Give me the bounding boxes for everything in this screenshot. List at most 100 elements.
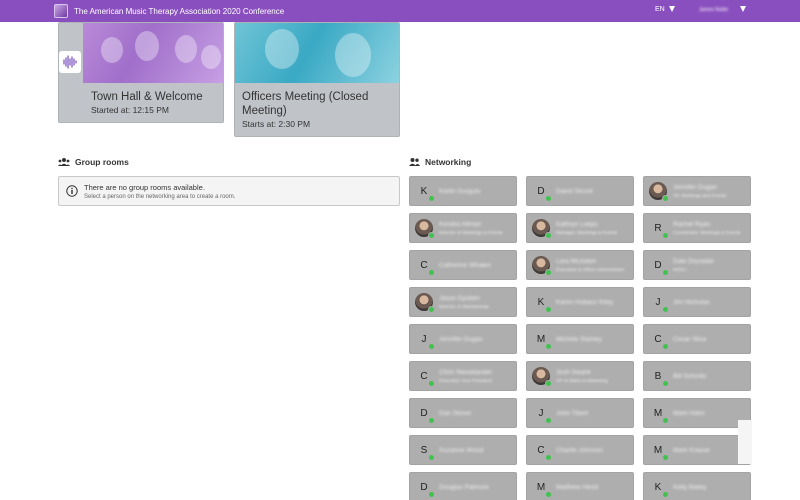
session-title: Officers Meeting (Closed Meeting) [242,91,369,117]
person-name: John Tibert [556,410,589,417]
person-role: Director of Membership [439,305,489,310]
person-name: Bill Schmitz [673,373,707,380]
chevron-down-icon[interactable] [740,6,746,12]
online-status-icon [662,380,669,387]
person-role: Coordinator, Meetings & Events [673,231,741,236]
person-role: VP, Meetings and Events [673,194,727,199]
empty-title: There are no group rooms available. [84,183,205,192]
person-name: Jennifer Dugan [673,184,718,191]
online-status-icon [545,306,552,313]
person-card[interactable]: D Dan Stover [409,398,517,428]
person-card[interactable]: D Dale Drysdale NSGA [643,250,751,280]
online-status-icon [662,454,669,461]
person-name: Jim Nicholas [673,299,710,306]
session-time: Started at: 12:15 PM [91,105,169,115]
online-status-icon [428,269,435,276]
session-title: Town Hall & Welcome [91,91,203,103]
online-status-icon [662,269,669,276]
person-card[interactable]: Jennifer Dugan VP, Meetings and Events [643,176,751,206]
person-card[interactable]: K Kelly Bailey [643,472,751,500]
session-image [235,23,399,83]
person-name: Matthew Hinck [556,484,599,491]
person-role: Manager, Meetings & Events [556,231,618,236]
online-status-icon [545,269,552,276]
person-name: Chris Nieuwlander [439,369,493,376]
networking-people-grid: K Karlin Gurgulo D David Struck Jennifer Dug… [409,176,753,500]
user-menu[interactable]: James Noble [699,7,728,13]
users-icon [58,158,70,166]
person-name: Lara McAdam [556,258,597,265]
person-card[interactable]: B Bill Schmitz [643,361,751,391]
online-status-icon [428,232,435,239]
users-icon [409,158,420,166]
online-status-icon [428,343,435,350]
online-status-icon [545,417,552,424]
online-status-icon [662,343,669,350]
person-card[interactable]: Josh Swank VP of Sales & Marketing [526,361,634,391]
app-title: The American Music Therapy Association 2… [74,6,285,16]
person-role: Executive Vice President [439,379,492,384]
conference-logo-icon[interactable] [54,4,68,18]
empty-subtitle: Select a person on the networking area t… [84,194,236,200]
person-card[interactable]: R Rachel Ryan Coordinator, Meetings & Even… [643,213,751,243]
person-name: Kendra Allman [439,221,482,228]
online-status-icon [545,343,552,350]
language-selector[interactable]: EN [655,6,665,13]
person-card[interactable]: D David Struck [526,176,634,206]
person-card[interactable]: Kathryn Leeps Manager, Meetings & Events [526,213,634,243]
person-card[interactable]: C Cesar Silva [643,324,751,354]
person-name: Dan Stover [439,410,472,417]
session-card-town-hall[interactable]: Town Hall & Welcome Started at: 12:15 PM [58,22,224,123]
online-status-icon [428,380,435,387]
group-rooms-heading: Group rooms [58,157,129,167]
online-status-icon [428,417,435,424]
person-name: Dale Drysdale [673,258,714,265]
online-status-icon [662,306,669,313]
chevron-down-icon[interactable] [669,6,675,12]
person-card[interactable]: S Suzanne Wood [409,435,517,465]
session-card-officers-meeting[interactable]: Officers Meeting (Closed Meeting) Starts… [234,22,400,137]
person-card[interactable]: C Catherine Whalen [409,250,517,280]
session-time: Starts at: 2:30 PM [242,119,311,129]
person-card[interactable]: K Karlin Gurgulo [409,176,517,206]
person-card[interactable]: Kendra Allman Director of Meetings & Even… [409,213,517,243]
person-card[interactable]: K Karen Hubacz Kiley [526,287,634,317]
info-icon [66,185,78,197]
person-name: Rachel Ryan [673,221,711,228]
person-card[interactable]: J Jim Nicholas [643,287,751,317]
person-role: VP of Sales & Marketing [556,379,608,384]
online-status-icon [428,306,435,313]
networking-heading: Networking [409,157,471,167]
person-name: Kathryn Leeps [556,221,598,228]
person-name: Kelly Bailey [673,484,707,491]
online-status-icon [545,380,552,387]
person-card[interactable]: M Mark Hahn [643,398,751,428]
person-card[interactable]: J John Tibert [526,398,634,428]
person-card[interactable]: Jason Epstein Director of Membership [409,287,517,317]
online-status-icon [662,195,669,202]
person-card[interactable]: M Michele Stanley [526,324,634,354]
person-name: Cesar Silva [673,336,707,343]
person-name: Douglas Palmore [439,484,489,491]
online-status-icon [662,491,669,498]
session-image [83,23,223,83]
person-name: Mark Hahn [673,410,705,417]
person-name: Michele Stanley [556,336,602,343]
scrollbar[interactable] [738,420,752,464]
person-card[interactable]: M Matthew Hinck [526,472,634,500]
person-name: Karen Hubacz Kiley [556,299,614,306]
online-status-icon [428,491,435,498]
person-card[interactable]: C Chris Nieuwlander Executive Vice Preside… [409,361,517,391]
online-status-icon [428,195,435,202]
person-card[interactable]: J Jennifer Dugas [409,324,517,354]
person-role: Director of Meetings & Events [439,231,503,236]
online-status-icon [662,417,669,424]
person-name: Jason Epstein [439,295,480,302]
person-role: Executive & Office Administrator [556,268,625,273]
person-card[interactable]: Lara McAdam Executive & Office Administra… [526,250,634,280]
person-card[interactable]: C Charlie Johnson [526,435,634,465]
person-name: Josh Swank [556,369,592,376]
person-card[interactable]: D Douglas Palmore [409,472,517,500]
person-name: Suzanne Wood [439,447,484,454]
person-card[interactable]: M Mark Krause [643,435,751,465]
